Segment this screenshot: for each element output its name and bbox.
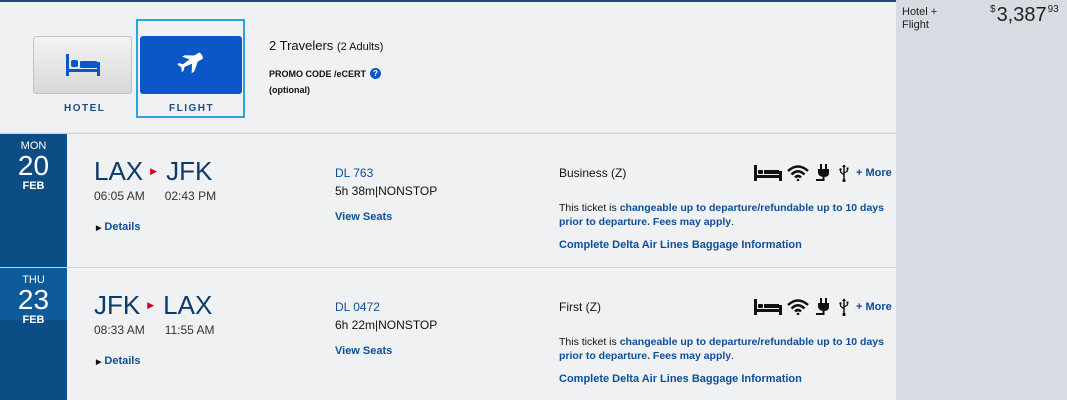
destination-airport: JFK <box>166 156 213 186</box>
bed-icon <box>65 54 100 76</box>
flight-leg-outbound: MON 20 FEB LAX ▶ JFK 06:05 AM 02:43 PM ▶ D… <box>0 133 896 268</box>
flight-tab[interactable] <box>140 36 242 94</box>
ticket-suffix: . <box>731 350 735 362</box>
destination-airport: LAX <box>163 290 213 320</box>
details-link[interactable]: ▶ Details <box>96 221 140 233</box>
flat-bed-icon <box>754 165 782 181</box>
airplane-icon <box>177 52 203 74</box>
travelers-count: 2 Travelers <box>269 38 334 53</box>
wifi-icon <box>787 165 809 181</box>
cabin-class: First (Z) <box>559 300 601 314</box>
flight-number-link[interactable]: DL 763 <box>335 166 373 180</box>
price-sidebar <box>896 0 1067 400</box>
leg-date: MON 20 FEB <box>0 134 67 192</box>
baggage-info-link[interactable]: Complete Delta Air Lines Baggage Informa… <box>559 239 802 251</box>
travelers-summary[interactable]: 2 Travelers (2 Adults) <box>269 38 383 53</box>
depart-time: 08:33 AM <box>94 323 145 337</box>
leg-day: 23 <box>17 284 50 315</box>
arrive-time: 02:43 PM <box>164 189 217 203</box>
flight-duration: 6h 22m|NONSTOP <box>335 318 438 332</box>
power-outlet-icon <box>816 298 829 315</box>
promo-code-label: PROMO CODE /eCERT ? <box>269 68 382 79</box>
flight-tab-label[interactable]: FLIGHT <box>169 103 214 114</box>
cabin-class: Business (Z) <box>559 166 627 180</box>
amenities: + More <box>754 298 892 316</box>
route-arrow-icon: ▶ <box>150 166 158 176</box>
flight-duration: 5h 38m|NONSTOP <box>335 184 438 198</box>
details-link[interactable]: ▶ Details <box>96 355 140 367</box>
view-seats-link[interactable]: View Seats <box>335 211 392 223</box>
hotel-tab[interactable] <box>33 36 132 94</box>
leg-day: 20 <box>17 150 50 181</box>
arrive-time: 11:55 AM <box>164 323 215 337</box>
depart-time: 06:05 AM <box>94 189 145 203</box>
details-label: Details <box>104 355 141 367</box>
usb-icon <box>839 298 849 316</box>
more-amenities-link[interactable]: + More <box>856 167 892 179</box>
usb-icon <box>839 164 849 182</box>
leg-times: 06:05 AM 02:43 PM <box>94 189 216 203</box>
hotel-tab-label[interactable]: HOTEL <box>64 103 105 114</box>
price-label: Hotel + Flight <box>902 6 938 31</box>
promo-label-text: PROMO CODE /eCERT <box>269 68 367 79</box>
ticket-suffix: . <box>731 216 735 228</box>
details-label: Details <box>104 221 141 233</box>
route-arrow-icon: ▶ <box>147 300 155 310</box>
ticket-policy: This ticket is changeable up to departur… <box>559 335 894 363</box>
expand-triangle-icon: ▶ <box>96 359 102 366</box>
total-price: $3,38793 <box>990 4 1059 27</box>
amenities: + More <box>754 164 892 182</box>
flat-bed-icon <box>754 299 782 315</box>
power-outlet-icon <box>816 164 829 181</box>
price-currency: $ <box>990 4 996 15</box>
ticket-policy: This ticket is changeable up to departur… <box>559 201 894 229</box>
origin-airport: JFK <box>94 290 141 320</box>
flight-leg-return: THU 23 FEB JFK ▶ LAX 08:33 AM 11:55 AM ▶ D… <box>0 267 896 400</box>
promo-optional-note: (optional) <box>269 85 310 95</box>
more-amenities-link[interactable]: + More <box>856 301 892 313</box>
package-header <box>0 0 896 132</box>
leg-times: 08:33 AM 11:55 AM <box>94 323 215 337</box>
travelers-detail: (2 Adults) <box>336 41 384 53</box>
baggage-info-link[interactable]: Complete Delta Air Lines Baggage Informa… <box>559 373 802 385</box>
help-icon[interactable]: ? <box>370 68 382 79</box>
price-whole: 3,387 <box>996 4 1047 26</box>
route: LAX ▶ JFK <box>94 156 212 187</box>
wifi-icon <box>787 299 809 315</box>
route: JFK ▶ LAX <box>94 290 212 321</box>
leg-month: FEB <box>22 180 45 192</box>
leg-month: FEB <box>22 314 45 326</box>
ticket-prefix: This ticket is <box>559 336 620 348</box>
origin-airport: LAX <box>94 156 144 186</box>
flight-number-link[interactable]: DL 0472 <box>335 300 380 314</box>
ticket-prefix: This ticket is <box>559 202 620 214</box>
expand-triangle-icon: ▶ <box>96 225 102 232</box>
leg-date: THU 23 FEB <box>0 268 67 326</box>
view-seats-link[interactable]: View Seats <box>335 345 392 357</box>
price-cents: 93 <box>1047 4 1059 15</box>
